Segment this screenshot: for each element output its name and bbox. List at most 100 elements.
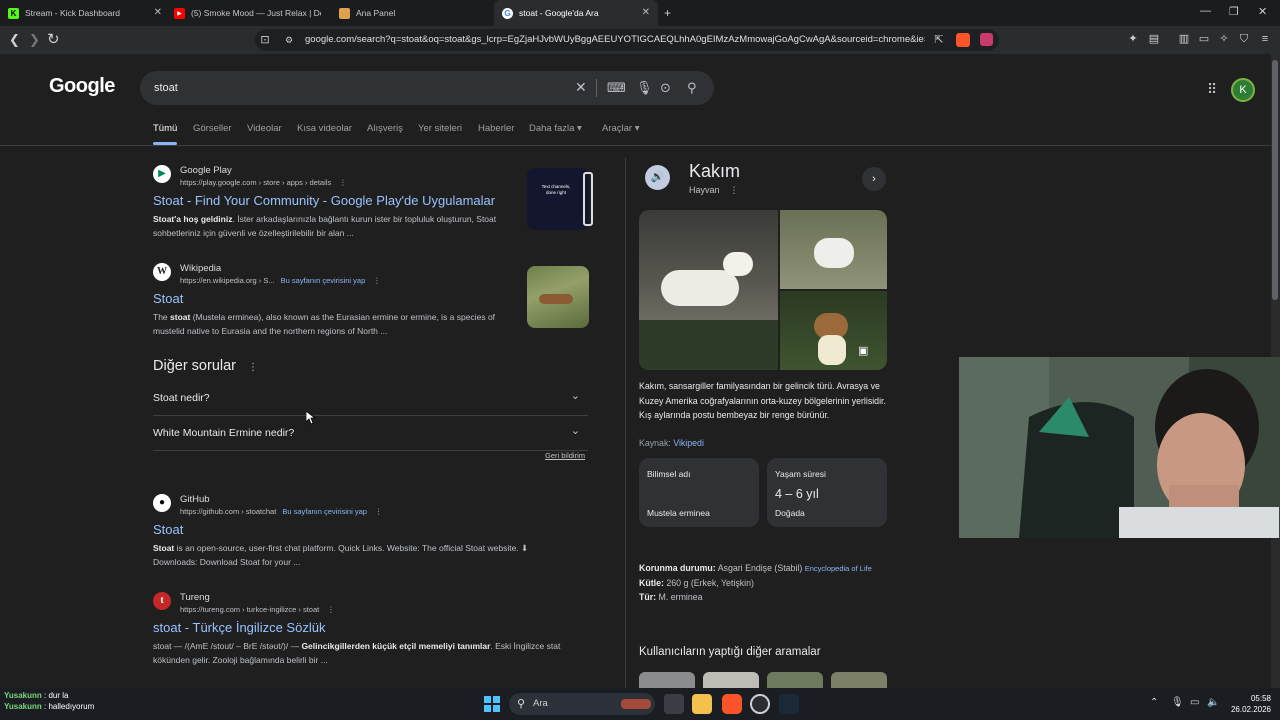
tab-all[interactable]: Tümü [153, 123, 177, 134]
kp-type: Hayvan ⋮ [689, 185, 739, 196]
close-tab-icon[interactable]: ✕ [642, 7, 650, 18]
brave-browser-icon[interactable] [722, 694, 742, 714]
google-logo[interactable]: Google [49, 75, 115, 98]
more-options-icon[interactable]: ⋮ [339, 178, 347, 187]
obs-icon[interactable] [750, 694, 770, 714]
tab-news[interactable]: Haberler [478, 123, 514, 134]
chevron-down-icon[interactable]: ⌄ [571, 424, 580, 437]
microphone-icon[interactable]: 🎙 [636, 80, 653, 96]
restore-icon[interactable]: ❐ [1229, 5, 1239, 18]
clear-icon[interactable]: ✕ [575, 79, 587, 96]
search-box[interactable]: stoat ✕ ⌨ 🎙 ⊙ ⚲ [140, 71, 714, 105]
windows-start-icon[interactable] [484, 696, 500, 712]
tab-youtube[interactable]: ▶ (5) Smoke Mood — Just Relax | Deep [166, 0, 334, 26]
speaker-icon[interactable]: 🔊 [645, 165, 670, 190]
tab-shopping[interactable]: Alışveriş [367, 123, 403, 134]
brave-rewards-icon[interactable] [980, 33, 993, 46]
result-thumbnail[interactable]: Text channels, done right [527, 168, 593, 230]
sidebar-icon[interactable]: ▥ [1178, 33, 1190, 45]
tab-more[interactable]: Daha fazla ▾ [529, 123, 582, 134]
kp-more-icon[interactable]: ⋮ [730, 185, 739, 195]
share-icon[interactable]: ⇱ [933, 34, 945, 46]
tab-search-icon[interactable]: ▤ [1148, 33, 1160, 45]
forward-icon[interactable]: ❯ [29, 32, 40, 48]
site-info-icon[interactable]: ⚙ [283, 34, 295, 46]
leo-ai-icon[interactable]: ✧ [1218, 33, 1230, 45]
network-icon[interactable]: ▭ [1190, 697, 1199, 708]
more-options-icon[interactable]: ⋮ [327, 605, 335, 614]
related-search-thumb[interactable] [831, 672, 887, 688]
result-title-link[interactable]: stoat - Türkçe İngilizce Sözlük [153, 620, 325, 635]
more-options-icon[interactable]: ⋮ [373, 276, 381, 285]
microphone-tray-icon[interactable]: 🎙 [1171, 697, 1184, 708]
tab-images[interactable]: Görseller [193, 123, 232, 134]
file-explorer-icon[interactable] [692, 694, 712, 714]
kp-image-2[interactable] [780, 210, 887, 289]
kp-card-lifespan[interactable]: Yaşam süresi 4 – 6 yıl Doğada [767, 458, 887, 527]
kp-card-scientific-name[interactable]: Bilimsel adı Mustela erminea [639, 458, 759, 527]
search-input[interactable]: stoat [154, 82, 178, 94]
vpn-icon[interactable]: ⛉ [1238, 33, 1250, 45]
result-url-text: https://tureng.com › turkce-ingilizce › … [180, 605, 320, 614]
result-title-link[interactable]: Stoat - Find Your Community - Google Pla… [153, 193, 495, 208]
image-gallery-icon[interactable]: ▣ [858, 344, 868, 357]
result-thumbnail[interactable] [527, 266, 589, 328]
steam-icon[interactable] [779, 694, 799, 714]
feedback-link[interactable]: Geri bildirim [545, 451, 585, 460]
more-options-icon[interactable]: ⋮ [375, 507, 383, 516]
keyboard-icon[interactable]: ⌨ [607, 80, 626, 96]
tab-videos[interactable]: Videolar [247, 123, 282, 134]
close-window-icon[interactable]: ✕ [1258, 5, 1267, 18]
extensions-icon[interactable]: ✦ [1127, 33, 1139, 45]
paa-title-text: Diğer sorular [153, 358, 236, 374]
kp-card-label: Yaşam süresi [775, 469, 826, 479]
kp-fact-link[interactable]: Encyclopedia of Life [805, 564, 872, 573]
chevron-down-icon[interactable]: ⌄ [571, 389, 580, 402]
close-tab-icon[interactable]: ✕ [154, 7, 162, 18]
tab-short-videos[interactable]: Kısa videolar [297, 123, 352, 134]
paa-question[interactable]: Stoat nedir? ⌄ [153, 381, 588, 416]
volume-icon[interactable]: 🔈 [1207, 697, 1219, 708]
avatar[interactable]: K [1231, 78, 1255, 102]
menu-icon[interactable]: ≡ [1259, 33, 1271, 45]
result-title-link[interactable]: Stoat [153, 291, 183, 306]
translate-link[interactable]: Bu sayfanın çevirisini yap [281, 276, 366, 285]
kp-source-link[interactable]: Vikipedi [673, 438, 704, 448]
clock[interactable]: 05:58 26.02.2026 [1229, 693, 1271, 715]
lens-icon[interactable]: ⊙ [660, 80, 671, 96]
tab-ana-panel[interactable]: Ana Panel [331, 0, 491, 26]
kp-fact-conservation: Korunma durumu: Asgari Endişe (Stabil) E… [639, 563, 872, 573]
result-url[interactable]: https://github.com › stoatchat Bu sayfanı… [180, 507, 382, 516]
related-search-thumb[interactable] [767, 672, 823, 688]
related-search-thumb[interactable] [639, 672, 695, 688]
result-url[interactable]: https://en.wikipedia.org › S... Bu sayfan… [180, 276, 381, 285]
back-icon[interactable]: ❮ [9, 32, 20, 48]
task-view-icon[interactable] [664, 694, 684, 714]
related-search-thumb[interactable] [703, 672, 759, 688]
tab-tools[interactable]: Araçlar ▾ [602, 123, 640, 134]
paa-question[interactable]: White Mountain Ermine nedir? ⌄ [153, 416, 588, 451]
bookmark-icon[interactable]: ⊡ [259, 34, 271, 46]
chevron-right-icon[interactable]: › [862, 167, 886, 191]
kp-image-main[interactable] [639, 210, 778, 370]
translate-link[interactable]: Bu sayfanın çevirisini yap [282, 507, 367, 516]
tab-kick-dashboard[interactable]: K Stream - Kick Dashboard ✕ [0, 0, 170, 26]
scrollbar-thumb[interactable] [1272, 60, 1278, 300]
google-apps-icon[interactable]: ⠿ [1207, 81, 1217, 98]
kp-image-3[interactable]: ▣ [780, 291, 887, 370]
wallet-icon[interactable]: ▭ [1198, 33, 1210, 45]
result-url[interactable]: https://play.google.com › store › apps ›… [180, 178, 347, 187]
paa-more-icon[interactable]: ⋮ [248, 362, 258, 373]
minimize-icon[interactable]: — [1200, 5, 1211, 17]
search-icon[interactable]: ⚲ [687, 80, 697, 96]
result-title-link[interactable]: Stoat [153, 522, 183, 537]
address-bar[interactable]: ⊡ ⚙ google.com/search?q=stoat&oq=stoat&g… [255, 29, 999, 51]
result-url[interactable]: https://tureng.com › turkce-ingilizce › … [180, 605, 335, 614]
brave-shields-icon[interactable] [956, 33, 970, 47]
taskbar-search[interactable]: ⚲ Ara [509, 693, 655, 715]
tab-google-search[interactable]: G stoat - Google'da Ara ✕ [494, 0, 658, 26]
tab-places[interactable]: Yer siteleri [418, 123, 462, 134]
new-tab-button[interactable]: + [664, 6, 671, 20]
tray-chevron-icon[interactable]: ⌃ [1150, 697, 1158, 708]
reload-icon[interactable]: ↻ [47, 30, 60, 48]
